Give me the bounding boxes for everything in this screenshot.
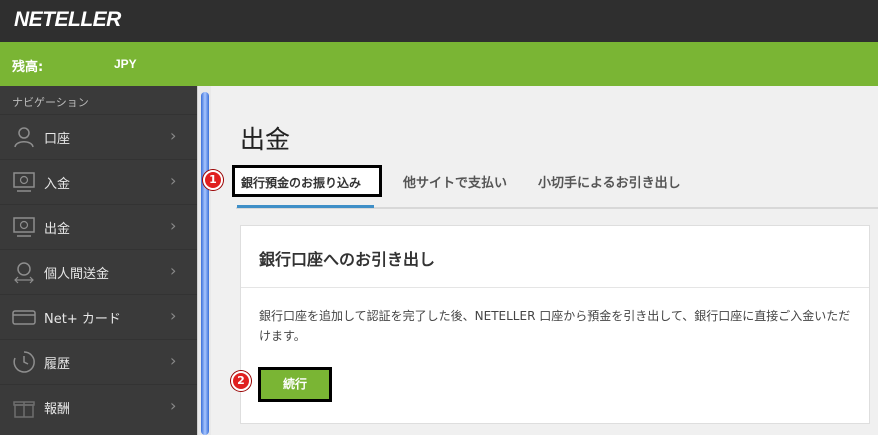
sidebar-item-account[interactable]: 口座 › bbox=[0, 114, 197, 158]
sidebar-item-label: Net+ カード bbox=[44, 312, 121, 327]
tab-check-withdrawal[interactable]: 小切手によるお引き出し bbox=[538, 172, 681, 191]
panel-description: 銀行口座を追加して認証を完了した後、NETELLER 口座から預金を引き出して、… bbox=[259, 309, 851, 343]
user-icon bbox=[14, 127, 34, 148]
chevron-right-icon: › bbox=[170, 261, 177, 280]
chevron-right-icon: › bbox=[170, 396, 177, 415]
chevron-right-icon: › bbox=[170, 216, 177, 235]
sidebar-item-label: 出金 bbox=[44, 222, 71, 237]
card-icon bbox=[12, 310, 36, 325]
monitor-deposit-icon bbox=[13, 172, 35, 192]
monitor-withdraw-icon bbox=[13, 217, 35, 237]
chevron-right-icon: › bbox=[170, 126, 177, 145]
sidebar: ナビゲーション 口座 › 入金 › 出金 › 個人間送金 › Net+ カード … bbox=[0, 86, 197, 435]
annotation-marker-2: 2 bbox=[231, 371, 251, 391]
page-title: 出金 bbox=[240, 125, 291, 154]
panel-divider bbox=[241, 287, 869, 288]
annotation-marker-1: 1 bbox=[203, 170, 223, 190]
nav-header: ナビゲーション bbox=[12, 96, 89, 109]
neteller-logo[interactable]: NETELLER bbox=[14, 8, 121, 32]
sidebar-item-label: 履歴 bbox=[44, 357, 71, 372]
bank-withdrawal-panel: 銀行口座へのお引き出し 銀行口座を追加して認証を完了した後、NETELLER 口… bbox=[240, 225, 870, 424]
top-bar: NETELLER bbox=[0, 0, 878, 42]
sidebar-scrollbar-thumb[interactable] bbox=[201, 92, 209, 435]
sidebar-item-label: 口座 bbox=[44, 132, 71, 147]
history-icon bbox=[13, 351, 35, 373]
balance-bar: 残高: JPY bbox=[0, 42, 878, 86]
chevron-right-icon: › bbox=[170, 351, 177, 370]
balance-currency: JPY bbox=[114, 57, 137, 71]
balance-label: 残高: bbox=[12, 60, 44, 75]
panel-title: 銀行口座へのお引き出し bbox=[259, 250, 436, 269]
sidebar-item-withdraw[interactable]: 出金 › bbox=[0, 204, 197, 248]
sidebar-item-label: 報酬 bbox=[44, 402, 71, 417]
sidebar-item-deposit[interactable]: 入金 › bbox=[0, 159, 197, 203]
sidebar-item-history[interactable]: 履歴 › bbox=[0, 339, 197, 383]
sidebar-item-net-plus-card[interactable]: Net+ カード › bbox=[0, 294, 197, 338]
sidebar-item-rewards[interactable]: 報酬 › bbox=[0, 384, 197, 428]
sidebar-item-p2p-transfer[interactable]: 個人間送金 › bbox=[0, 249, 197, 293]
tab-bank-transfer[interactable]: 銀行預金のお振り込み bbox=[232, 165, 382, 197]
sidebar-item-label: 個人間送金 bbox=[44, 267, 110, 282]
continue-button[interactable]: 続行 bbox=[258, 367, 332, 402]
active-tab-indicator bbox=[237, 205, 374, 208]
chevron-right-icon: › bbox=[170, 171, 177, 190]
tab-pay-other-site[interactable]: 他サイトで支払い bbox=[403, 172, 507, 191]
transfer-icon bbox=[14, 262, 34, 284]
chevron-right-icon: › bbox=[170, 306, 177, 325]
sidebar-item-label: 入金 bbox=[44, 177, 71, 192]
gift-icon bbox=[13, 401, 35, 418]
